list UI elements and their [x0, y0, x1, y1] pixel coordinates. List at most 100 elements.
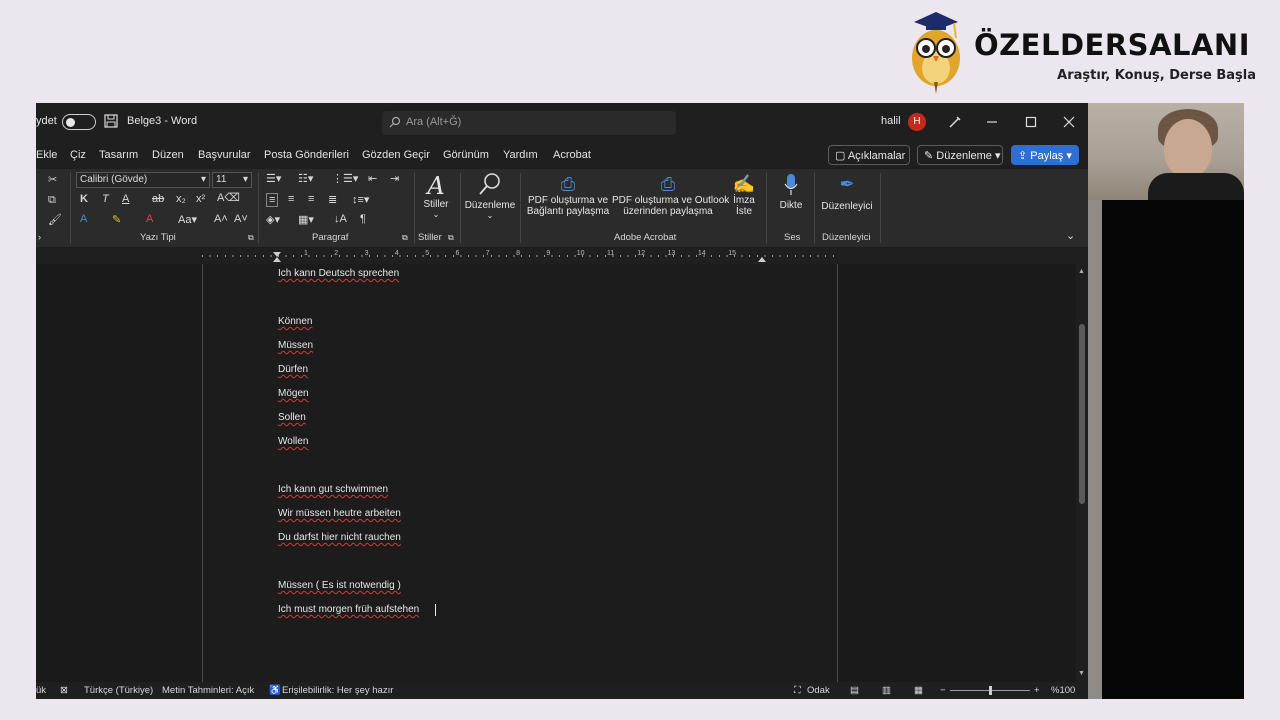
editor-button[interactable]: ✒ Düzenleyici	[818, 173, 876, 212]
zoom-out-icon[interactable]: −	[940, 685, 946, 696]
collapse-ribbon-icon[interactable]: ⌄	[1066, 229, 1075, 242]
paragraph-dialog-launcher-icon[interactable]: ⧉	[402, 233, 408, 243]
menu-duzen[interactable]: Düzen	[152, 149, 184, 161]
justify-icon[interactable]: ≣	[328, 193, 337, 206]
align-center-icon[interactable]: ≡	[288, 193, 294, 205]
copy-icon[interactable]: ⧉	[48, 194, 56, 207]
menu-basvurular[interactable]: Başvurular	[198, 149, 251, 161]
menu-ekle[interactable]: Ekle	[36, 149, 57, 161]
menu-tasarim[interactable]: Tasarım	[99, 149, 138, 161]
borders-icon[interactable]: ▦▾	[298, 213, 314, 226]
change-case-icon[interactable]: Aa▾	[178, 213, 197, 226]
doc-line[interactable]: Ich kann Deutsch sprechen	[278, 268, 399, 279]
proofing-icon[interactable]: ⊠	[60, 685, 68, 696]
italic-icon[interactable]: T	[102, 193, 109, 205]
zoom-in-icon[interactable]: +	[1034, 685, 1040, 696]
close-icon[interactable]	[1060, 113, 1078, 131]
pdf-outlook-share-button[interactable]: ⎙ PDF oluşturma ve Outlook üzerinden pay…	[612, 173, 729, 217]
vertical-scrollbar[interactable]: ▲ ▼	[1076, 264, 1088, 682]
doc-line[interactable]: Sollen	[278, 412, 306, 423]
superscript-icon[interactable]: x²	[196, 193, 205, 205]
maximize-icon[interactable]	[1022, 113, 1040, 131]
doc-line[interactable]: Können	[278, 316, 312, 327]
align-right-icon[interactable]: ≡	[308, 193, 314, 205]
hanging-indent-marker[interactable]	[273, 257, 281, 262]
doc-line[interactable]: Dürfen	[278, 364, 308, 375]
bold-icon[interactable]: K	[80, 193, 88, 205]
right-indent-marker[interactable]	[758, 257, 766, 262]
menu-gozden-gecir[interactable]: Gözden Geçir	[362, 149, 430, 161]
print-layout-icon[interactable]: ▥	[882, 685, 891, 696]
format-painter-icon[interactable]: 🖌	[48, 213, 62, 226]
scroll-thumb[interactable]	[1079, 324, 1085, 504]
word-count[interactable]: ük	[36, 685, 46, 696]
shading-icon[interactable]: ◈▾	[266, 213, 280, 226]
line-spacing-icon[interactable]: ↕≡▾	[352, 193, 369, 206]
accessibility-status[interactable]: Erişilebilirlik: Her şey hazır	[282, 685, 393, 696]
increase-indent-icon[interactable]: ⇥	[390, 172, 399, 185]
autosave-toggle[interactable]	[62, 114, 96, 130]
request-signature-button[interactable]: ✍ İmza İste	[728, 173, 760, 217]
editing-mode-button[interactable]: ✎ Düzenleme ▾	[917, 145, 1003, 165]
font-size-select[interactable]: 11 ▾	[212, 172, 252, 188]
doc-line[interactable]: Du darfst hier nicht rauchen	[278, 532, 401, 543]
show-marks-icon[interactable]: ¶	[360, 213, 366, 225]
search-box[interactable]: Ara (Alt+Ğ)	[382, 111, 676, 135]
editing-button[interactable]: Düzenleme ⌄	[464, 171, 516, 220]
font-color-icon[interactable]: A	[146, 213, 153, 225]
dictate-button[interactable]: Dikte	[772, 173, 810, 211]
grow-font-icon[interactable]: A˄	[214, 213, 228, 225]
menu-yardim[interactable]: Yardım	[503, 149, 538, 161]
zoom-slider-thumb[interactable]	[989, 686, 992, 695]
highlight-icon[interactable]: ✎	[112, 213, 121, 226]
text-effects-icon[interactable]: A	[80, 213, 87, 225]
pen-icon[interactable]	[946, 113, 964, 131]
menu-ciz[interactable]: Çiz	[70, 149, 86, 161]
styles-dialog-launcher-icon[interactable]: ⧉	[448, 233, 454, 243]
clear-format-icon[interactable]: A⌫	[217, 191, 240, 204]
focus-icon[interactable]: ⛶	[794, 685, 801, 696]
document-page[interactable]: Ich kann Deutsch sprechen Können Müssen …	[202, 264, 838, 682]
read-mode-icon[interactable]: ▤	[850, 685, 859, 696]
menu-posta[interactable]: Posta Gönderileri	[264, 149, 349, 161]
avatar[interactable]: H	[908, 113, 926, 131]
sort-icon[interactable]: ↓A	[334, 213, 347, 225]
zoom-level[interactable]: %100	[1051, 685, 1075, 696]
scroll-down-icon[interactable]: ▼	[1078, 670, 1085, 677]
scroll-up-icon[interactable]: ▲	[1078, 268, 1085, 275]
doc-line[interactable]: Ich must morgen früh aufstehen	[278, 604, 419, 615]
minimize-icon[interactable]	[983, 113, 1001, 131]
doc-line[interactable]: Müssen	[278, 340, 313, 351]
menu-acrobat[interactable]: Acrobat	[553, 149, 591, 161]
language-status[interactable]: Türkçe (Türkiye)	[84, 685, 153, 696]
doc-line[interactable]: Wollen	[278, 436, 308, 447]
cut-icon[interactable]: ✂	[48, 173, 57, 186]
align-left-icon[interactable]: ≡	[266, 193, 279, 207]
pdf-link-share-button[interactable]: ⎙ PDF oluşturma ve Bağlantı paylaşma	[524, 173, 612, 217]
styles-dropdown-icon: ⌄	[432, 210, 440, 219]
strikethrough-icon[interactable]: ab	[152, 193, 164, 205]
shrink-font-icon[interactable]: A˅	[234, 213, 248, 225]
subscript-icon[interactable]: x₂	[176, 193, 186, 205]
accessibility-icon[interactable]: ♿	[269, 685, 281, 696]
save-icon[interactable]	[104, 114, 118, 128]
doc-line[interactable]: Wir müssen heutre arbeiten	[278, 508, 401, 519]
doc-line[interactable]: Müssen ( Es ist notwendig )	[278, 580, 401, 591]
word-window: ydet Belge3 - Word Ara (Alt+Ğ) halil H E…	[36, 103, 1088, 699]
bullets-icon[interactable]: ☰▾	[266, 172, 281, 185]
numbering-icon[interactable]: ☷▾	[298, 172, 313, 185]
font-dialog-launcher-icon[interactable]: ⧉	[248, 233, 254, 243]
multilevel-list-icon[interactable]: ⋮☰▾	[332, 172, 358, 185]
styles-button[interactable]: A Stiller ⌄	[418, 173, 454, 219]
underline-icon[interactable]: A	[122, 193, 129, 205]
menu-gorunum[interactable]: Görünüm	[443, 149, 489, 161]
doc-line[interactable]: Ich kann gut schwimmen	[278, 484, 388, 495]
text-predictions-status[interactable]: Metin Tahminleri: Açık	[162, 685, 254, 696]
doc-line[interactable]: Mögen	[278, 388, 309, 399]
comments-button[interactable]: ▢ Açıklamalar	[828, 145, 910, 165]
share-button[interactable]: ⇪ Paylaş ▾	[1011, 145, 1079, 165]
web-layout-icon[interactable]: ▦	[914, 685, 923, 696]
decrease-indent-icon[interactable]: ⇤	[368, 172, 377, 185]
font-name-select[interactable]: Calibri (Gövde) ▾	[76, 172, 210, 188]
focus-label[interactable]: Odak	[807, 685, 830, 696]
